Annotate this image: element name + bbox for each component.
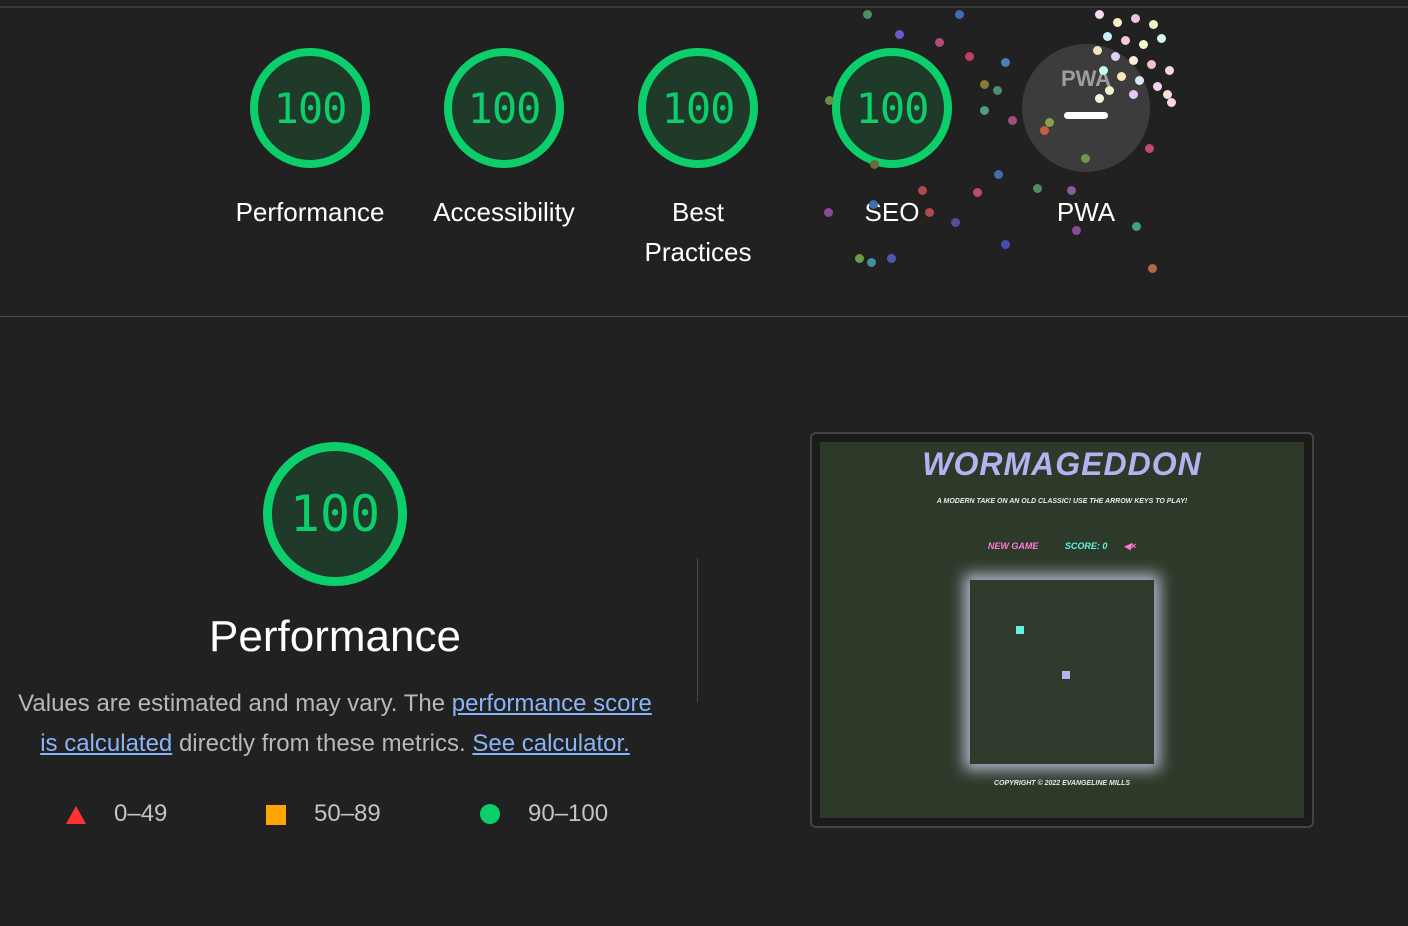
performance-title: Performance xyxy=(209,612,461,661)
circle-icon xyxy=(480,804,500,824)
desc-middle: directly from these metrics. xyxy=(172,730,473,757)
screenshot-image: WORMAGEDDON A MODERN TAKE ON AN OLD CLAS… xyxy=(820,442,1304,818)
pwa-badge-text: PWA xyxy=(1060,66,1112,91)
game-footer: COPYRIGHT © 2022 EVANGELINE MILLS xyxy=(993,780,1131,787)
gauge-pwa[interactable]: PWA PWA xyxy=(989,44,1183,232)
gauge-ring: 100 xyxy=(638,48,758,168)
square-icon xyxy=(266,805,286,825)
lighthouse-report: 100 Performance 100 Accessibility 100 Be… xyxy=(0,0,1408,926)
gauge-label: Performance xyxy=(235,197,385,227)
gauge-accessibility[interactable]: 100 Accessibility xyxy=(407,48,601,232)
performance-score: 100 xyxy=(289,485,381,543)
game-title: WORMAGEDDON xyxy=(922,446,1202,482)
gauge-score: 100 xyxy=(855,83,930,133)
triangle-icon xyxy=(66,806,86,824)
desc-prefix: Values are estimated and may vary. The xyxy=(18,690,452,717)
game-board xyxy=(970,580,1154,764)
speaker-muted-icon: ◀× xyxy=(1123,541,1137,551)
gauge-performance[interactable]: 100 Performance xyxy=(213,48,407,232)
worm-segment xyxy=(1016,626,1024,634)
vertical-divider xyxy=(697,558,698,702)
gauge-score: 100 xyxy=(661,83,736,133)
gauge-ring: 100 xyxy=(250,48,370,168)
new-game-button: NEW GAME xyxy=(987,541,1039,551)
performance-gauge: 100 xyxy=(263,442,407,586)
top-border xyxy=(0,6,1408,8)
gauge-score: 100 xyxy=(273,83,348,133)
legend-range: 90–100 xyxy=(528,800,609,827)
pwa-dash-icon xyxy=(1064,112,1108,119)
legend-range: 0–49 xyxy=(114,800,168,827)
score-display: SCORE: 0 xyxy=(1064,541,1108,551)
gauge-seo[interactable]: 100 SEO xyxy=(795,48,989,232)
see-calculator-link[interactable]: See calculator. xyxy=(472,730,629,757)
gauge-ring: 100 xyxy=(444,48,564,168)
gauge-label: Best Practices xyxy=(644,197,752,267)
gauge-best-practices[interactable]: 100 Best Practices xyxy=(601,48,795,272)
food-item xyxy=(1062,671,1070,679)
gauge-score: 100 xyxy=(467,83,542,133)
legend-range: 50–89 xyxy=(314,800,381,827)
gauge-ring: 100 xyxy=(832,48,952,168)
gauge-label: PWA xyxy=(1056,197,1116,227)
game-controls: NEW GAME SCORE: 0 ◀× xyxy=(820,541,1304,552)
gauge-label: Accessibility xyxy=(433,197,575,227)
game-subtitle: A MODERN TAKE ON AN OLD CLASSIC! USE THE… xyxy=(936,498,1188,505)
performance-description: Values are estimated and may vary. The p… xyxy=(10,684,660,764)
section-divider xyxy=(0,316,1408,317)
final-screenshot[interactable]: WORMAGEDDON A MODERN TAKE ON AN OLD CLAS… xyxy=(810,432,1314,828)
